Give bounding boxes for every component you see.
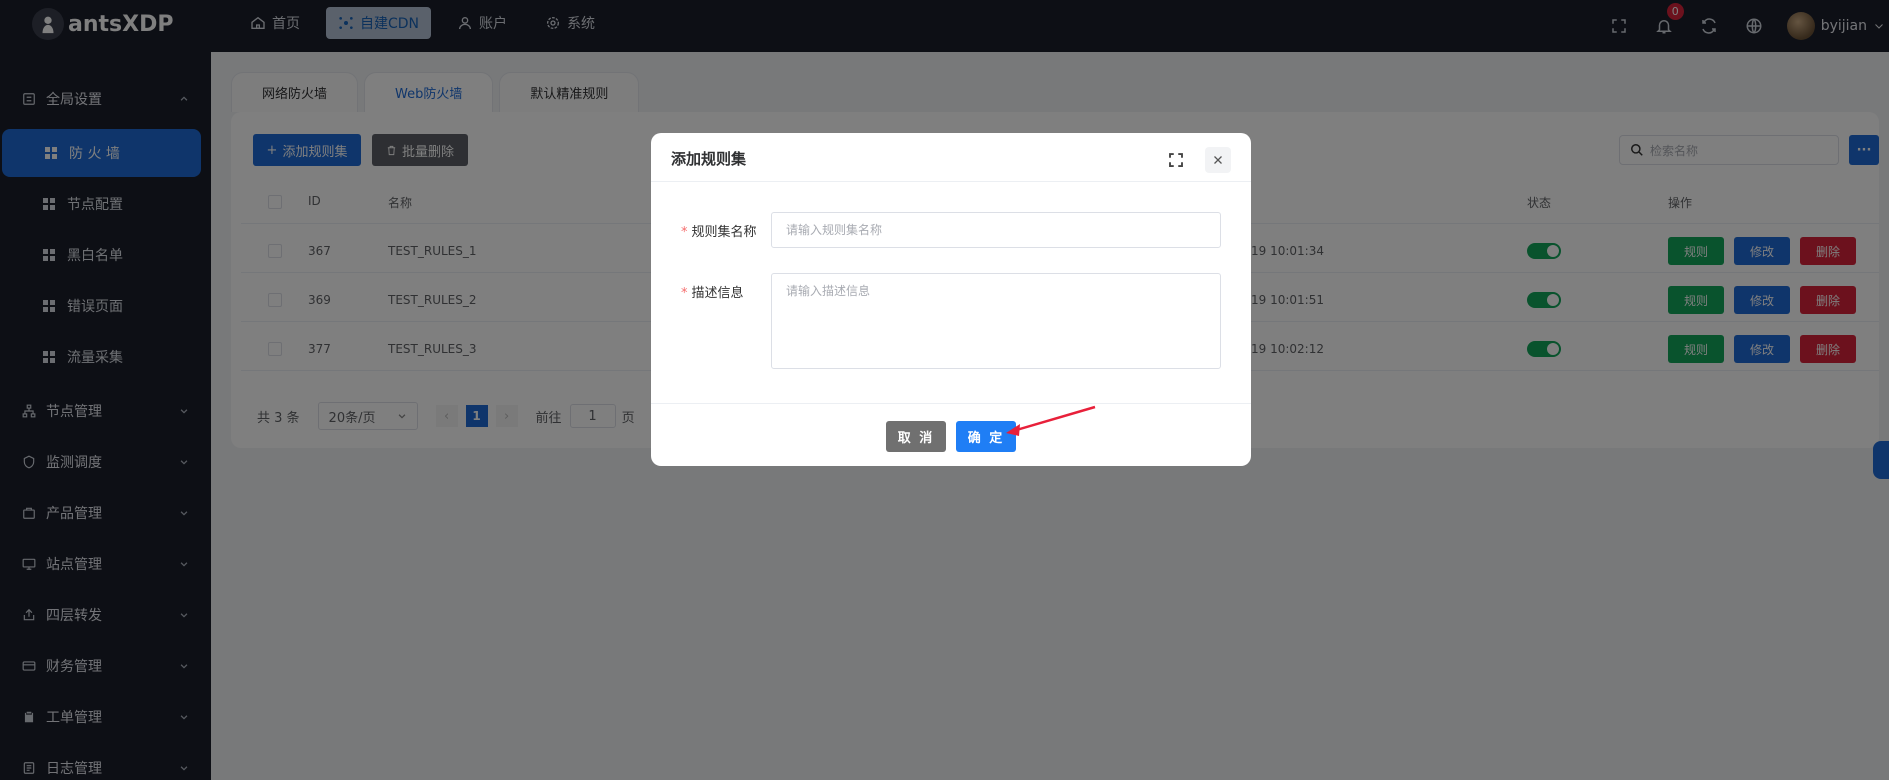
confirm-button[interactable]: 确 定	[956, 421, 1016, 452]
dialog-title: 添加规则集	[671, 150, 747, 168]
description-label-text: 描述信息	[691, 286, 744, 301]
add-ruleset-dialog: 添加规则集 * 规则集名称 请输入规则集名称 * 描述信息 请输入描述信息 取 消 …	[651, 133, 1251, 466]
cancel-button[interactable]: 取 消	[886, 421, 946, 452]
fullscreen-icon[interactable]	[1167, 151, 1185, 169]
description-textarea[interactable]: 请输入描述信息	[771, 273, 1221, 369]
ruleset-name-label: * 规则集名称	[681, 221, 757, 240]
ruleset-name-input[interactable]: 请输入规则集名称	[771, 212, 1221, 248]
ruleset-name-label-text: 规则集名称	[691, 225, 757, 240]
description-label: * 描述信息	[681, 282, 744, 301]
required-mark: *	[681, 225, 688, 240]
dialog-header-divider	[651, 181, 1251, 182]
close-icon	[1214, 156, 1222, 164]
dialog-footer-divider	[651, 403, 1251, 404]
close-button[interactable]	[1205, 147, 1231, 173]
required-mark: *	[681, 286, 688, 301]
